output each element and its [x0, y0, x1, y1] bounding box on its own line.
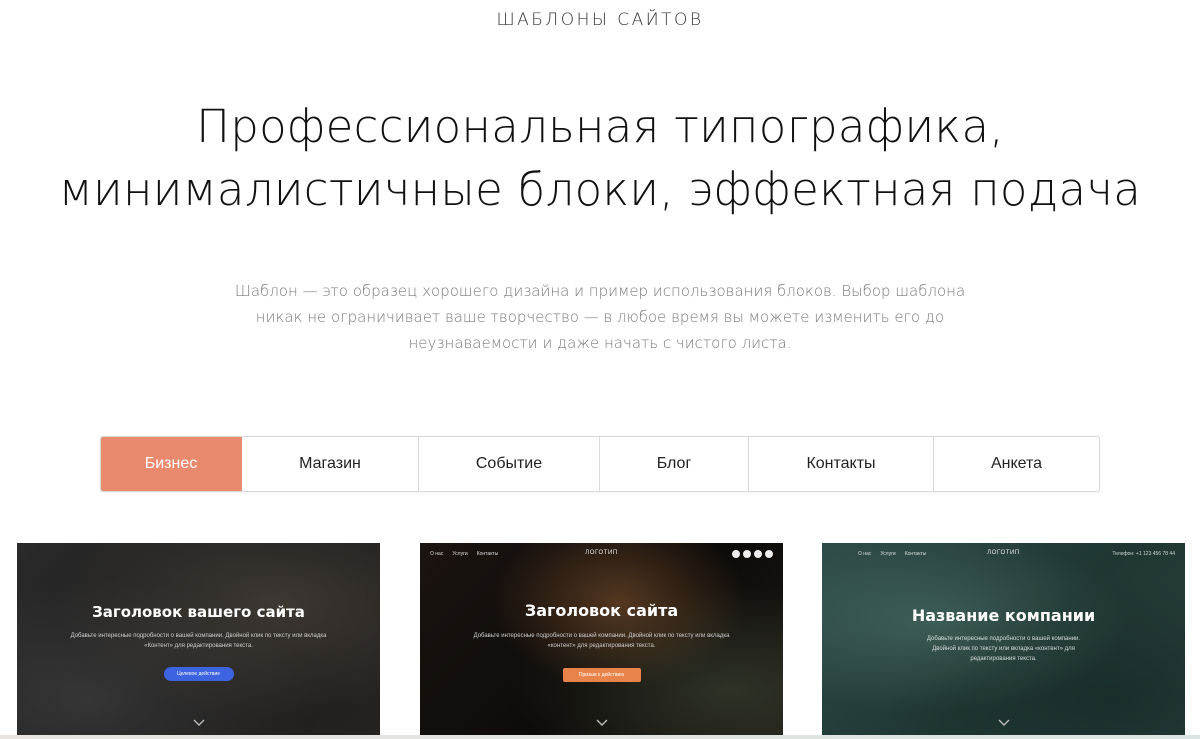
instagram-icon: [765, 550, 773, 558]
template-phone: Телефон: +1 123 456 78 44: [1112, 551, 1175, 557]
template-card-2[interactable]: О нас Услуги Контакты ЛОГОТИП Заголовок са…: [420, 543, 783, 739]
tab-shop[interactable]: Магазин: [242, 437, 419, 491]
template-cta-button: Призыв к действию: [562, 668, 641, 682]
chevron-down-icon: [998, 719, 1009, 726]
page-title-line-1: Профессиональная типографика,: [196, 100, 1004, 153]
twitter-icon: [743, 550, 751, 558]
template-description: Добавьте интересные подробности о вашей …: [926, 636, 1081, 662]
facebook-icon: [732, 550, 740, 558]
page-bottom-edge: [0, 735, 1200, 739]
templates-page: ШАБЛОНЫ САЙТОВ Профессиональная типограф…: [0, 0, 1200, 739]
template-card-1[interactable]: Заголовок вашего сайта Добавьте интересн…: [17, 543, 380, 739]
vk-icon: [754, 550, 762, 558]
tab-contacts[interactable]: Контакты: [749, 437, 934, 491]
page-title: Профессиональная типографика, минималист…: [0, 95, 1200, 221]
template-cta-button: Целевое действие: [163, 667, 234, 681]
template-title: Название компании: [911, 606, 1096, 625]
template-title: Заголовок вашего сайта: [92, 603, 305, 621]
chevron-down-icon: [193, 719, 204, 726]
category-tabs: Бизнес Магазин Событие Блог Контакты Анк…: [100, 436, 1100, 492]
tab-business[interactable]: Бизнес: [101, 437, 242, 491]
template-title: Заголовок сайта: [524, 601, 679, 620]
tab-form[interactable]: Анкета: [934, 437, 1099, 491]
template-card-3[interactable]: О нас Услуги Контакты ЛОГОТИП Телефон: +1 …: [822, 543, 1185, 739]
template-description: Добавьте интересные подробности о вашей …: [473, 633, 730, 649]
page-title-line-2: минималистичные блоки, эффектная подача: [58, 163, 1142, 216]
template-description: Добавьте интересные подробности о вашей …: [70, 633, 327, 649]
tab-blog[interactable]: Блог: [600, 437, 749, 491]
template-logo: ЛОГОТИП: [585, 550, 618, 556]
tab-event[interactable]: Событие: [419, 437, 600, 491]
section-eyebrow: ШАБЛОНЫ САЙТОВ: [496, 10, 704, 30]
social-icons: [732, 550, 773, 558]
intro-paragraph: Шаблон — это образец хорошего дизайна и …: [234, 282, 966, 352]
chevron-down-icon: [596, 719, 607, 726]
